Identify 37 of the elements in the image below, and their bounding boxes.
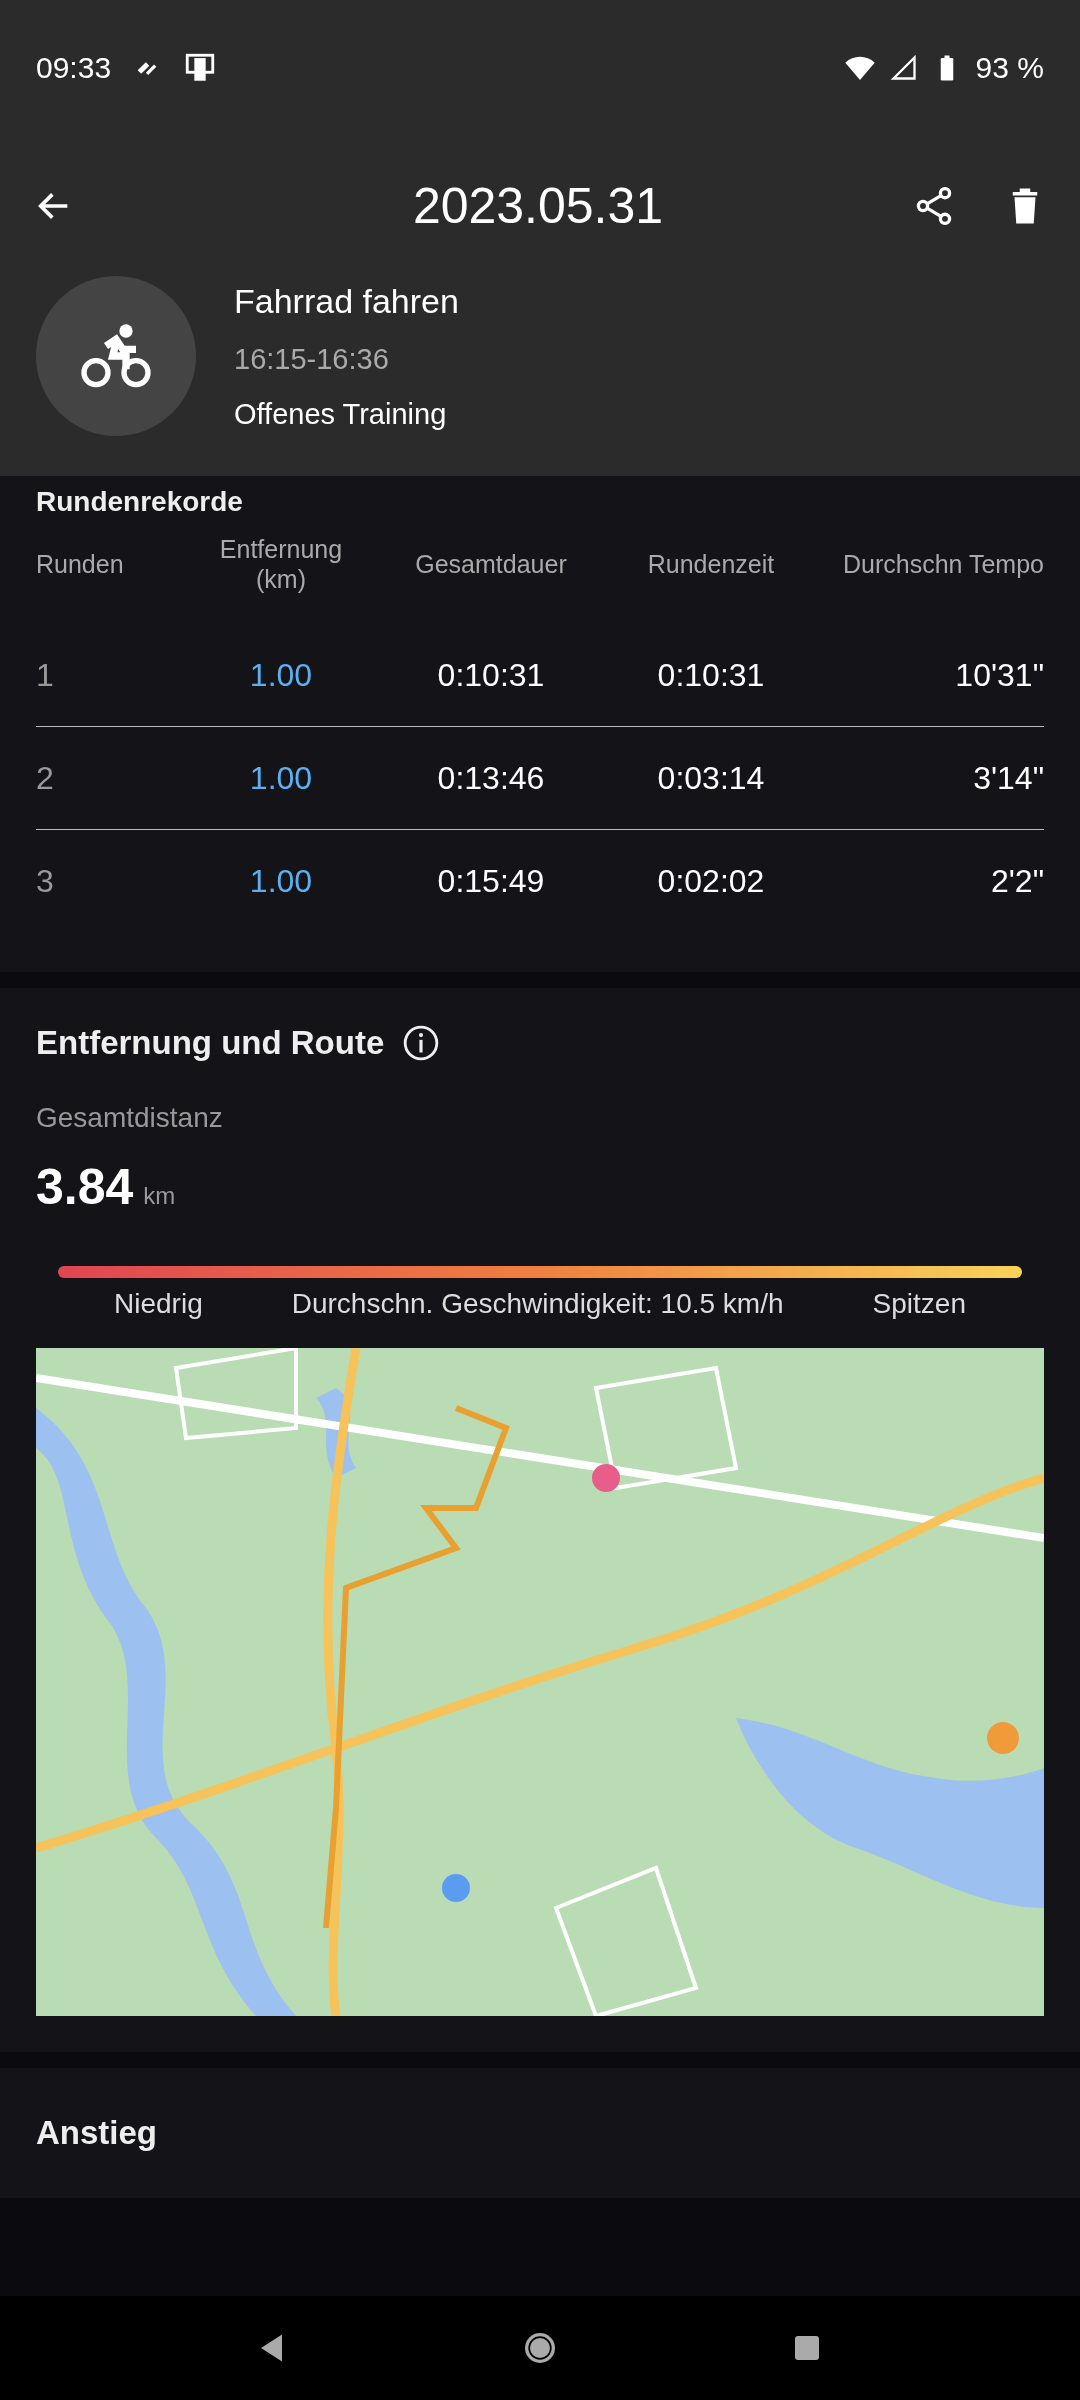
distance-unit: km bbox=[143, 1182, 176, 1210]
column-header: Rundenzeit bbox=[646, 549, 776, 579]
info-icon[interactable] bbox=[402, 1024, 441, 1062]
table-cell-text: 2 bbox=[36, 759, 55, 797]
table-cell-text: 10'31" bbox=[954, 656, 1044, 694]
table-cell-text: 1 bbox=[36, 656, 55, 694]
activity-mode: Offenes Training bbox=[234, 397, 448, 431]
section-title: Anstieg bbox=[36, 2114, 157, 2152]
column-header: Runden bbox=[36, 549, 125, 579]
table-cell-text: 0:10:31 bbox=[436, 656, 546, 694]
column-header: Gesamtdauer bbox=[414, 549, 568, 579]
table-cell-text: 0:02:02 bbox=[656, 862, 766, 900]
table-cell-text: 0:15:49 bbox=[436, 862, 546, 900]
status-time: 09:33 bbox=[36, 51, 112, 85]
table-cell-text: 1.00 bbox=[248, 862, 314, 900]
section-title: Rundenrekorde bbox=[36, 486, 244, 518]
page-title: 2023.05.31 bbox=[411, 177, 665, 235]
signal-icon bbox=[889, 54, 918, 82]
table-cell-text: 3 bbox=[36, 862, 55, 900]
table-cell-text: 3'14" bbox=[972, 759, 1044, 797]
table-cell-text: 0:13:46 bbox=[436, 759, 546, 797]
table-cell-text: 2'2" bbox=[989, 862, 1044, 900]
section-title: Entfernung und Route bbox=[36, 1024, 385, 1062]
legend-high: Spitzen bbox=[872, 1288, 966, 1320]
column-header: Entfernung (km) bbox=[218, 534, 344, 594]
activity-name: Fahrrad fahren bbox=[234, 281, 459, 321]
table-cell-text: 1.00 bbox=[248, 759, 314, 797]
column-header: Durchschn Tempo bbox=[841, 549, 1044, 579]
activity-time: 16:15-16:36 bbox=[234, 342, 390, 376]
table-cell-text: 0:10:31 bbox=[656, 656, 766, 694]
total-distance-label: Gesamtdistanz bbox=[36, 1102, 224, 1134]
table-cell-text: 1.00 bbox=[248, 656, 314, 694]
battery-percent: 93 % bbox=[975, 51, 1044, 85]
average-speed: Durchschn. Geschwindigkeit: 10.5 km/h bbox=[291, 1288, 784, 1320]
total-distance-value: 3.84 bbox=[36, 1158, 134, 1216]
table-cell-text: 0:03:14 bbox=[656, 759, 766, 797]
legend-low: Niedrig bbox=[114, 1288, 203, 1320]
